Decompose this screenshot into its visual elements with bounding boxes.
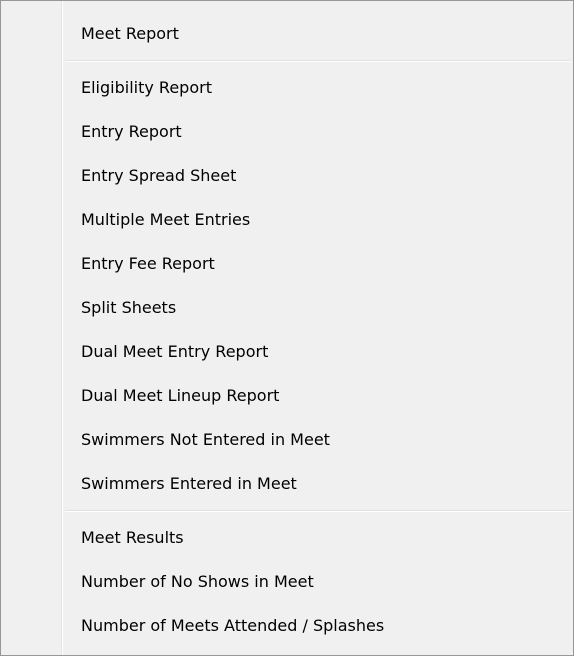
menu-item-swimmers-entered[interactable]: Swimmers Entered in Meet (1, 462, 573, 506)
context-menu: Meet Report Eligibility Report Entry Rep… (0, 0, 574, 656)
menu-items: Meet Report Eligibility Report Entry Rep… (1, 12, 573, 648)
menu-item-no-shows[interactable]: Number of No Shows in Meet (1, 560, 573, 604)
menu-item-meets-attended[interactable]: Number of Meets Attended / Splashes (1, 604, 573, 648)
menu-item-split-sheets[interactable]: Split Sheets (1, 286, 573, 330)
menu-separator (1, 56, 573, 66)
menu-item-entry-report[interactable]: Entry Report (1, 110, 573, 154)
menu-item-dual-meet-entry-report[interactable]: Dual Meet Entry Report (1, 330, 573, 374)
menu-item-meet-report[interactable]: Meet Report (1, 12, 573, 56)
menu-item-swimmers-not-entered[interactable]: Swimmers Not Entered in Meet (1, 418, 573, 462)
menu-item-entry-fee-report[interactable]: Entry Fee Report (1, 242, 573, 286)
menu-item-multiple-meet-entries[interactable]: Multiple Meet Entries (1, 198, 573, 242)
menu-item-meet-results[interactable]: Meet Results (1, 516, 573, 560)
menu-item-dual-meet-lineup-report[interactable]: Dual Meet Lineup Report (1, 374, 573, 418)
menu-separator (1, 506, 573, 516)
menu-item-eligibility-report[interactable]: Eligibility Report (1, 66, 573, 110)
menu-item-entry-spread-sheet[interactable]: Entry Spread Sheet (1, 154, 573, 198)
